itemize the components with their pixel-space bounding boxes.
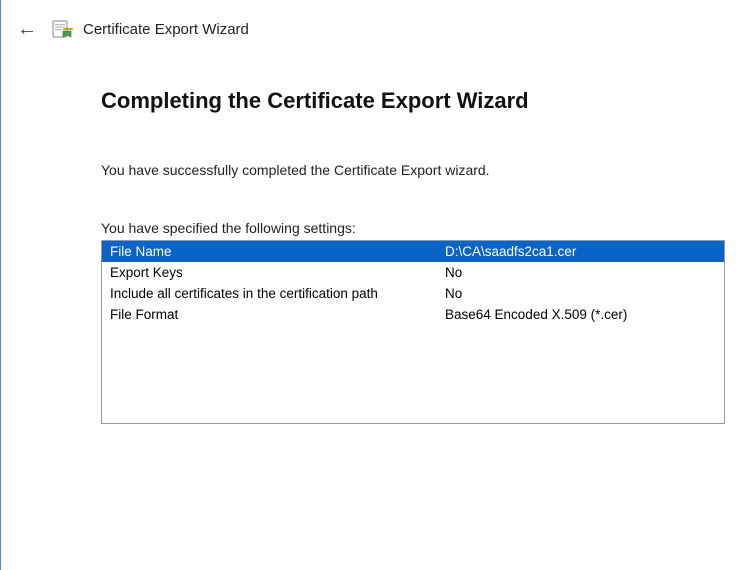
setting-label: Include all certificates in the certific… <box>102 283 437 304</box>
wizard-window: ← Certificate Export Wizard Completing t… <box>0 0 745 570</box>
settings-intro-label: You have specified the following setting… <box>101 220 693 236</box>
table-row[interactable]: File FormatBase64 Encoded X.509 (*.cer) <box>102 304 724 325</box>
completion-message: You have successfully completed the Cert… <box>101 162 693 178</box>
wizard-title: Certificate Export Wizard <box>83 21 249 38</box>
wizard-content: Completing the Certificate Export Wizard… <box>1 48 745 424</box>
setting-value: No <box>437 283 724 304</box>
setting-label: Export Keys <box>102 262 437 283</box>
setting-label: File Name <box>102 241 437 262</box>
settings-table: File NameD:\CA\saadfs2ca1.cerExport Keys… <box>102 241 724 325</box>
page-heading: Completing the Certificate Export Wizard <box>101 88 693 114</box>
setting-value: No <box>437 262 724 283</box>
setting-value: Base64 Encoded X.509 (*.cer) <box>437 304 724 325</box>
table-row[interactable]: File NameD:\CA\saadfs2ca1.cer <box>102 241 724 262</box>
certificate-wizard-icon <box>51 18 73 40</box>
setting-value: D:\CA\saadfs2ca1.cer <box>437 241 724 262</box>
settings-summary-box: File NameD:\CA\saadfs2ca1.cerExport Keys… <box>101 240 725 424</box>
back-arrow-icon[interactable]: ← <box>13 19 41 39</box>
table-row[interactable]: Export KeysNo <box>102 262 724 283</box>
table-row[interactable]: Include all certificates in the certific… <box>102 283 724 304</box>
setting-label: File Format <box>102 304 437 325</box>
wizard-header: ← Certificate Export Wizard <box>1 0 745 48</box>
